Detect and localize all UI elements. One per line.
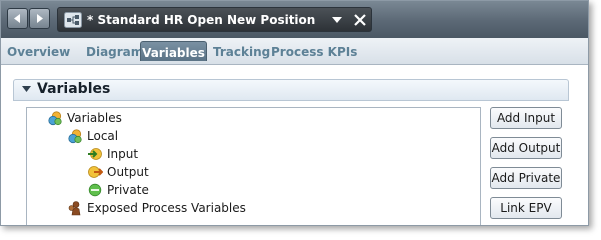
- tab-overview[interactable]: Overview: [7, 45, 70, 59]
- add-input-button[interactable]: Add Input: [490, 107, 562, 129]
- tab-diagram[interactable]: Diagram: [86, 45, 143, 59]
- process-title: * Standard HR Open New Position: [87, 13, 316, 27]
- process-selector[interactable]: * Standard HR Open New Position: [57, 7, 372, 32]
- editor-window: * Standard HR Open New Position Overview…: [0, 0, 589, 226]
- forward-button[interactable]: [29, 8, 50, 29]
- tab-process-kpis[interactable]: Process KPIs: [271, 45, 357, 59]
- tree-item-exposed-process-variables[interactable]: Exposed Process Variables: [67, 200, 246, 216]
- editor-titlebar: * Standard HR Open New Position: [1, 1, 588, 38]
- chevron-down-icon[interactable]: [332, 17, 342, 24]
- tab-variables[interactable]: Variables: [140, 41, 207, 61]
- tree-item-label: Input: [107, 147, 139, 161]
- tab-tracking[interactable]: Tracking: [213, 45, 270, 59]
- tree-item-label: Variables: [67, 111, 122, 125]
- tree-item-input[interactable]: Input: [87, 146, 138, 162]
- link-epv-button[interactable]: Link EPV: [490, 197, 562, 219]
- tree-item-label: Private: [107, 183, 149, 197]
- back-button[interactable]: [7, 8, 28, 29]
- exposed-variables-icon: [68, 201, 81, 216]
- output-variable-icon: [88, 166, 103, 178]
- tree-item-label: Exposed Process Variables: [87, 201, 246, 215]
- arrow-left-icon: [14, 14, 20, 23]
- collapse-triangle-icon[interactable]: [22, 86, 31, 93]
- section-title: Variables: [37, 81, 111, 97]
- tree-item-variables[interactable]: Variables: [47, 110, 122, 126]
- tree-item-label: Output: [107, 165, 149, 179]
- tree-item-private[interactable]: Private: [87, 182, 149, 198]
- variables-tree[interactable]: Variables Local Input Output Private Exp…: [26, 107, 481, 225]
- variables-page: Variables Variables Local Input Output P…: [1, 65, 588, 225]
- add-output-button[interactable]: Add Output: [490, 137, 562, 159]
- tree-item-local[interactable]: Local: [67, 128, 118, 144]
- tree-item-output[interactable]: Output: [87, 164, 149, 180]
- add-private-button[interactable]: Add Private: [490, 167, 562, 189]
- tree-item-label: Local: [87, 129, 119, 143]
- arrow-right-icon: [37, 14, 43, 23]
- process-diagram-icon: [64, 12, 82, 28]
- close-icon[interactable]: [353, 13, 367, 27]
- variables-group-icon: [48, 111, 62, 126]
- input-variable-icon: [88, 148, 102, 160]
- variables-section-header[interactable]: Variables: [13, 79, 569, 101]
- private-variable-icon: [88, 183, 102, 197]
- variables-group-icon: [68, 129, 82, 144]
- editor-tabs: Overview Diagram Variables Tracking Proc…: [1, 38, 588, 65]
